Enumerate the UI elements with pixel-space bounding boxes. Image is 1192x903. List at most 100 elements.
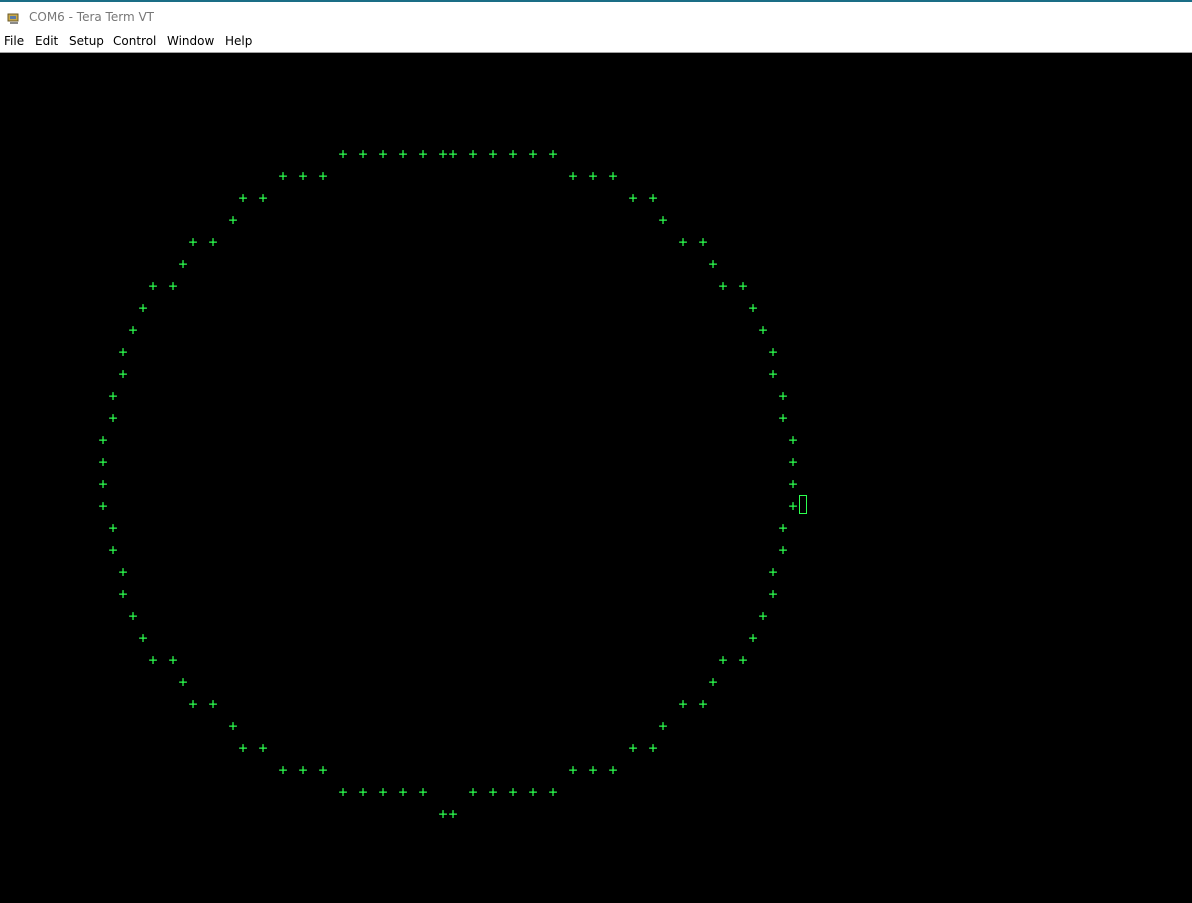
terminal-char: + xyxy=(768,365,778,383)
terminal-char: + xyxy=(628,189,638,207)
terminal-char: + xyxy=(528,783,538,801)
terminal-char: + xyxy=(788,453,798,471)
terminal-char: + xyxy=(508,145,518,163)
terminal-char: + xyxy=(238,739,248,757)
terminal-char: + xyxy=(98,453,108,471)
terminal-char: + xyxy=(258,189,268,207)
terminal-char: + xyxy=(508,783,518,801)
menu-control[interactable]: Control xyxy=(113,34,156,48)
terminal-char: + xyxy=(108,409,118,427)
terminal-char: + xyxy=(128,321,138,339)
terminal-char: + xyxy=(698,233,708,251)
terminal-char: + xyxy=(448,145,458,163)
menu-help[interactable]: Help xyxy=(225,34,252,48)
terminal-char: + xyxy=(188,695,198,713)
terminal-char: + xyxy=(768,585,778,603)
terminal-char: + xyxy=(758,607,768,625)
terminal-char: + xyxy=(138,629,148,647)
terminal-char: + xyxy=(568,167,578,185)
terminal-char: + xyxy=(108,541,118,559)
terminal-char: + xyxy=(128,607,138,625)
terminal-char: + xyxy=(298,761,308,779)
menu-setup[interactable]: Setup xyxy=(69,34,104,48)
terminal-char: + xyxy=(718,651,728,669)
terminal-char: + xyxy=(148,277,158,295)
terminal-char: + xyxy=(748,629,758,647)
terminal-char: + xyxy=(278,761,288,779)
terminal-char: + xyxy=(678,233,688,251)
terminal-char: + xyxy=(588,167,598,185)
terminal-char: + xyxy=(738,651,748,669)
terminal-char: + xyxy=(358,145,368,163)
terminal-char: + xyxy=(228,211,238,229)
window-title: COM6 - Tera Term VT xyxy=(29,10,154,24)
terminal-char: + xyxy=(418,783,428,801)
terminal-char: + xyxy=(168,651,178,669)
terminal-char: + xyxy=(708,673,718,691)
terminal-char: + xyxy=(118,343,128,361)
terminal-char: + xyxy=(678,695,688,713)
terminal-char: + xyxy=(118,563,128,581)
terminal-char: + xyxy=(98,431,108,449)
terminal-char: + xyxy=(468,783,478,801)
terminal-char: + xyxy=(448,805,458,823)
terminal-char: + xyxy=(528,145,538,163)
terminal-char: + xyxy=(398,783,408,801)
terminal-char: + xyxy=(108,387,118,405)
terminal-char: + xyxy=(788,431,798,449)
terminal-char: + xyxy=(138,299,148,317)
terminal-char: + xyxy=(208,695,218,713)
terminal-char: + xyxy=(468,145,478,163)
terminal-char: + xyxy=(398,145,408,163)
terminal-char: + xyxy=(488,145,498,163)
terminal-char: + xyxy=(118,585,128,603)
terminal-char: + xyxy=(178,673,188,691)
terminal-char: + xyxy=(238,189,248,207)
terminal-char: + xyxy=(778,387,788,405)
menu-window[interactable]: Window xyxy=(167,34,214,48)
terminal-char: + xyxy=(378,145,388,163)
terminal-char: + xyxy=(768,343,778,361)
terminal-char: + xyxy=(548,783,558,801)
terminal-char: + xyxy=(718,277,728,295)
tera-term-icon[interactable] xyxy=(7,10,21,24)
terminal-char: + xyxy=(318,761,328,779)
terminal-char: + xyxy=(228,717,238,735)
terminal-char: + xyxy=(318,167,328,185)
terminal-char: + xyxy=(658,717,668,735)
terminal-char: + xyxy=(648,739,658,757)
terminal-char: + xyxy=(118,365,128,383)
terminal-char: + xyxy=(758,321,768,339)
terminal-char: + xyxy=(188,233,198,251)
terminal-char: + xyxy=(708,255,718,273)
terminal-char: + xyxy=(778,519,788,537)
terminal-char: + xyxy=(98,497,108,515)
terminal-char: + xyxy=(338,145,348,163)
terminal-char: + xyxy=(698,695,708,713)
terminal-char: + xyxy=(338,783,348,801)
terminal-screen[interactable]: + + + + + + + + + + + + + + + + + + + + + + + + + + + + + + + + + + + + + + + +… xyxy=(0,53,1192,903)
terminal-char: + xyxy=(788,475,798,493)
terminal-char: + xyxy=(608,167,618,185)
terminal-char: + xyxy=(258,739,268,757)
terminal-char: + xyxy=(178,255,188,273)
terminal-char: + xyxy=(778,541,788,559)
terminal-char: + xyxy=(748,299,758,317)
menu-bar: File Edit Setup Control Window Help xyxy=(0,30,1192,53)
terminal-char: + xyxy=(488,783,498,801)
title-bar[interactable]: COM6 - Tera Term VT xyxy=(0,2,1192,30)
terminal-char: + xyxy=(148,651,158,669)
terminal-char: + xyxy=(608,761,618,779)
terminal-char: + xyxy=(788,497,798,515)
terminal-cursor xyxy=(799,495,807,514)
menu-edit[interactable]: Edit xyxy=(35,34,58,48)
terminal-char: + xyxy=(378,783,388,801)
terminal-char: + xyxy=(548,145,558,163)
terminal-char: + xyxy=(298,167,308,185)
terminal-char: + xyxy=(738,277,748,295)
terminal-char: + xyxy=(588,761,598,779)
terminal-char: + xyxy=(438,805,448,823)
terminal-char: + xyxy=(358,783,368,801)
menu-file[interactable]: File xyxy=(4,34,24,48)
terminal-char: + xyxy=(108,519,118,537)
